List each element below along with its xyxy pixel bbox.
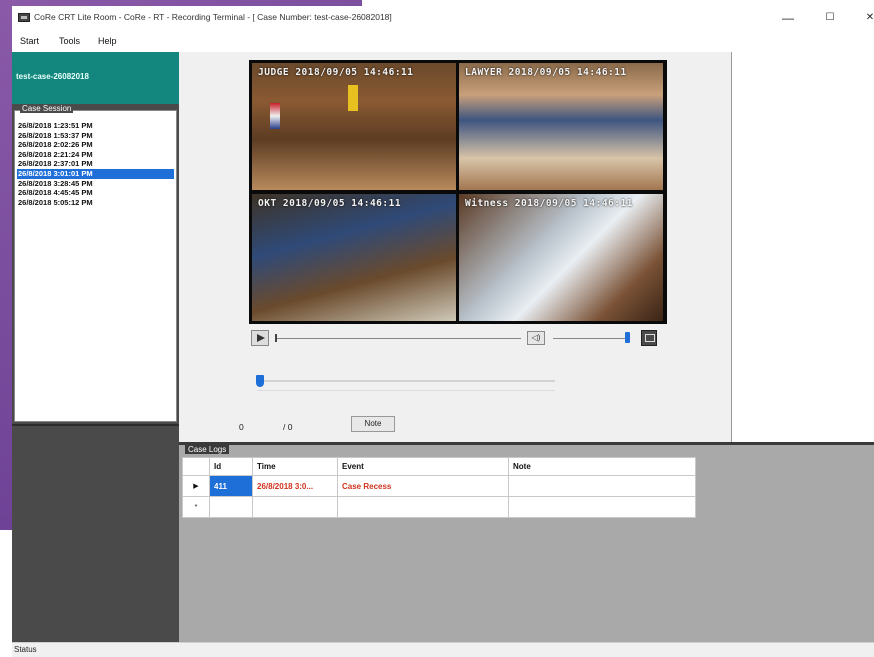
row-indicator: ▶ — [182, 475, 210, 497]
menu-tools[interactable]: Tools — [59, 36, 80, 46]
session-item[interactable]: 26/8/2018 5:05:12 PM — [17, 198, 174, 208]
title-bar: CoRe CRT Lite Room - CoRe - RT - Recordi… — [12, 6, 874, 30]
case-logs-title: Case Logs — [185, 445, 230, 454]
session-item[interactable]: 26/8/2018 2:21:24 PM — [17, 150, 174, 160]
volume-slider[interactable] — [553, 338, 629, 339]
right-pane — [731, 52, 874, 442]
app-window: CoRe CRT Lite Room - CoRe - RT - Recordi… — [12, 6, 874, 657]
volume-handle[interactable] — [625, 332, 630, 343]
play-icon[interactable] — [251, 330, 269, 346]
status-bar: Status — [12, 642, 874, 657]
speaker-icon[interactable]: ◁) — [527, 331, 545, 345]
camera-label: JUDGE 2018/09/05 14:46:11 — [258, 67, 414, 78]
note-button[interactable]: Note — [351, 416, 395, 432]
cell-time[interactable] — [252, 496, 338, 518]
cell-note[interactable] — [508, 475, 696, 497]
camera-lawyer: LAWYER 2018/09/05 14:46:11 — [459, 63, 663, 190]
maximize-button[interactable]: ☐ — [812, 8, 848, 28]
column-note[interactable]: Note — [508, 457, 696, 476]
cell-time[interactable]: 26/8/2018 3:0... — [252, 475, 338, 497]
close-button[interactable]: ✕ — [852, 8, 874, 28]
camera-label: Witness 2018/09/05 14:46:11 — [465, 198, 633, 209]
table-row[interactable]: ▶ 411 26/8/2018 3:0... Case Recess — [182, 475, 696, 497]
counter-total: / 0 — [283, 422, 293, 432]
case-header: test-case-26082018 — [12, 52, 179, 104]
player-area: JUDGE 2018/09/05 14:46:11 LAWYER 2018/09… — [179, 52, 731, 442]
seek-handle[interactable] — [275, 334, 277, 342]
camera-label: OKT 2018/09/05 14:46:11 — [258, 198, 402, 209]
table-row-new[interactable]: * — [182, 496, 696, 518]
cell-id[interactable] — [209, 496, 253, 518]
session-item[interactable]: 26/8/2018 1:23:51 PM — [17, 121, 174, 131]
fullscreen-icon[interactable] — [641, 330, 657, 346]
session-item[interactable]: 26/8/2018 1:53:37 PM — [17, 131, 174, 141]
session-item[interactable]: 26/8/2018 4:45:45 PM — [17, 188, 174, 198]
status-text: Status — [14, 645, 37, 654]
grid-corner — [182, 457, 210, 476]
case-logs-grid[interactable]: Id Time Event Note ▶ 411 26/8/2018 3:0..… — [182, 457, 696, 518]
session-item[interactable]: 26/8/2018 2:02:26 PM — [17, 140, 174, 150]
position-slider-ticks — [257, 390, 555, 391]
flag-image — [270, 103, 280, 129]
camera-label: LAWYER 2018/09/05 14:46:11 — [465, 67, 627, 78]
left-panel: test-case-26082018 Case Session 26/8/201… — [12, 52, 179, 642]
seek-bar[interactable] — [275, 338, 521, 339]
logs-divider — [179, 442, 874, 445]
app-icon — [18, 13, 30, 22]
camera-okt: OKT 2018/09/05 14:46:11 — [252, 194, 456, 321]
session-item[interactable]: 26/8/2018 3:28:45 PM — [17, 179, 174, 189]
case-number: test-case-26082018 — [16, 72, 89, 81]
camera-witness: Witness 2018/09/05 14:46:11 — [459, 194, 663, 321]
position-slider-handle[interactable] — [256, 375, 264, 387]
minimize-button[interactable]: — — [770, 8, 806, 28]
playback-controls: ◁) — [251, 330, 671, 348]
session-item-selected[interactable]: 26/8/2018 3:01:01 PM — [17, 168, 174, 179]
case-logs-panel: Case Logs Id Time Event Note ▶ 411 26/8/… — [179, 442, 874, 642]
window-title: CoRe CRT Lite Room - CoRe - RT - Recordi… — [34, 12, 392, 22]
column-time[interactable]: Time — [252, 457, 338, 476]
counter-current: 0 — [239, 422, 244, 432]
position-slider[interactable] — [257, 380, 555, 382]
menu-help[interactable]: Help — [98, 36, 117, 46]
cell-id[interactable]: 411 — [209, 475, 253, 497]
case-session-title: Case Session — [20, 104, 74, 113]
panel-splitter[interactable] — [12, 424, 179, 426]
video-quad-view[interactable]: JUDGE 2018/09/05 14:46:11 LAWYER 2018/09… — [249, 60, 667, 324]
cell-event[interactable] — [337, 496, 509, 518]
menu-bar: Start Tools Help — [12, 30, 874, 52]
case-session-group: Case Session 26/8/2018 1:23:51 PM 26/8/2… — [14, 104, 177, 422]
flag-image — [348, 85, 358, 111]
column-id[interactable]: Id — [209, 457, 253, 476]
menu-start[interactable]: Start — [20, 36, 39, 46]
camera-judge: JUDGE 2018/09/05 14:46:11 — [252, 63, 456, 190]
column-event[interactable]: Event — [337, 457, 509, 476]
grid-header-row: Id Time Event Note — [182, 457, 696, 476]
cell-note[interactable] — [508, 496, 696, 518]
row-indicator: * — [182, 496, 210, 518]
cell-event[interactable]: Case Recess — [337, 475, 509, 497]
session-item[interactable]: 26/8/2018 2:37:01 PM — [17, 159, 174, 169]
case-session-list[interactable]: 26/8/2018 1:23:51 PM 26/8/2018 1:53:37 P… — [17, 121, 174, 207]
